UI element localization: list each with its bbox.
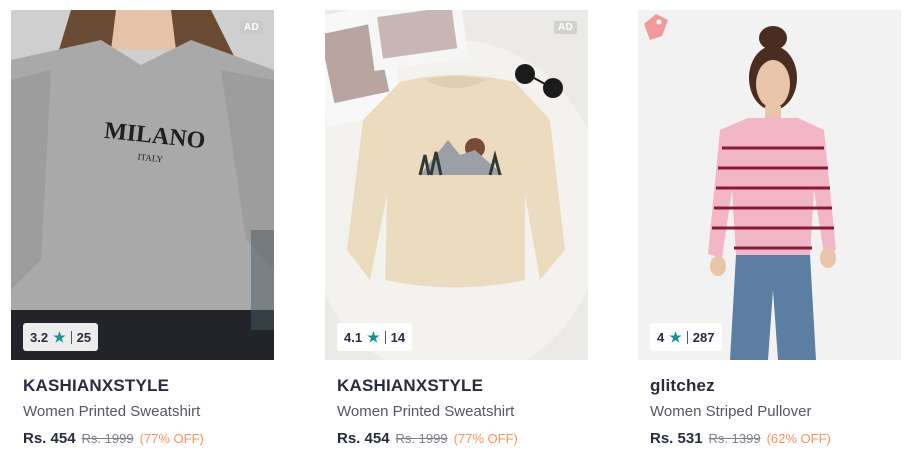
original-price: Rs. 1399 xyxy=(708,431,761,446)
discounted-price: Rs. 454 xyxy=(23,430,76,447)
price-row: Rs. 454 Rs. 1999 (77% OFF) xyxy=(23,430,274,447)
product-image[interactable]: 4 ★ 287 xyxy=(638,10,901,360)
discounted-price: Rs. 454 xyxy=(337,430,390,447)
product-brand: KASHIANXSTYLE xyxy=(23,376,170,395)
striped-pullover-photo xyxy=(638,10,901,360)
original-price: Rs. 1999 xyxy=(81,431,134,446)
rating-separator xyxy=(686,330,688,344)
rating-count: 287 xyxy=(692,329,715,345)
rating-badge: 4 ★ 287 xyxy=(650,323,722,351)
sweatshirt-beige-photo xyxy=(325,10,588,360)
ad-badge: AD xyxy=(553,21,577,34)
discount-percent: (77% OFF) xyxy=(139,431,204,446)
rating-count: 25 xyxy=(76,329,92,345)
product-card[interactable]: 4 ★ 287 glitchez Women Striped Pullover … xyxy=(638,10,901,457)
product-brand: KASHIANXSTYLE xyxy=(337,376,484,395)
rating-separator xyxy=(70,330,72,344)
product-name: Women Printed Sweatshirt xyxy=(337,403,515,420)
price-tag-icon xyxy=(644,14,668,40)
rating-badge: 4.1 ★ 14 xyxy=(337,323,413,351)
discount-percent: (77% OFF) xyxy=(453,431,518,446)
discounted-price: Rs. 531 xyxy=(650,430,703,447)
product-brand: glitchez xyxy=(650,376,715,395)
price-row: Rs. 531 Rs. 1399 (62% OFF) xyxy=(650,430,901,447)
star-icon: ★ xyxy=(53,329,66,345)
product-name: Women Printed Sweatshirt xyxy=(23,403,201,420)
discount-percent: (62% OFF) xyxy=(766,431,831,446)
rating-value: 4.1 xyxy=(344,329,363,345)
product-image[interactable]: MILANO ITALY AD 3.2 ★ 25 xyxy=(11,10,274,360)
original-price: Rs. 1999 xyxy=(395,431,448,446)
rating-badge: 3.2 ★ 25 xyxy=(23,323,99,351)
sweatshirt-grey-photo: MILANO ITALY xyxy=(11,10,274,360)
rating-value: 4 xyxy=(657,329,665,345)
rating-separator xyxy=(384,330,386,344)
star-icon: ★ xyxy=(669,329,682,345)
star-icon: ★ xyxy=(367,329,380,345)
price-row: Rs. 454 Rs. 1999 (77% OFF) xyxy=(337,430,588,447)
product-name: Women Striped Pullover xyxy=(650,403,812,420)
product-image[interactable]: AD 4.1 ★ 14 xyxy=(325,10,588,360)
rating-value: 3.2 xyxy=(30,329,49,345)
product-card[interactable]: MILANO ITALY AD 3.2 ★ 25 KASHIANXSTYLE W… xyxy=(11,10,274,457)
ad-badge: AD xyxy=(239,21,263,34)
rating-count: 14 xyxy=(390,329,406,345)
product-card[interactable]: AD 4.1 ★ 14 KASHIANXSTYLE Women Printed … xyxy=(325,10,588,457)
